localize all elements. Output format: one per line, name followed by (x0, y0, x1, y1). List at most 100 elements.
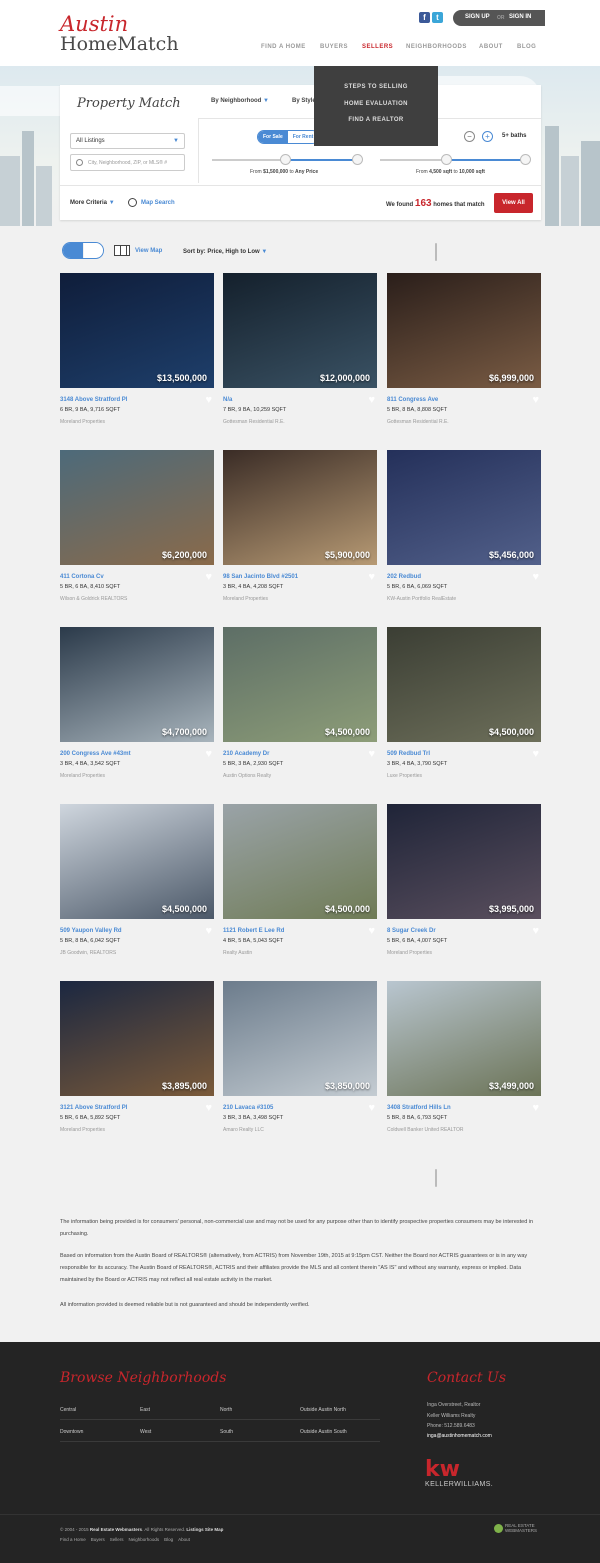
price-slider[interactable] (212, 154, 363, 165)
listing-card[interactable]: $4,500,000 210 Academy Dr ♥ 5 BR, 3 BA, 2,9… (223, 627, 377, 779)
heart-icon[interactable]: ♥ (532, 925, 539, 937)
listing-card[interactable]: $6,200,000 411 Cortona Cv ♥ 5 BR, 6 BA, 8,4… (60, 450, 214, 602)
heart-icon[interactable]: ♥ (205, 1102, 212, 1114)
heart-icon[interactable]: ♥ (532, 1102, 539, 1114)
heart-icon[interactable]: ♥ (368, 748, 375, 760)
neighborhood-link-downtown[interactable]: Downtown (60, 1429, 83, 1435)
facebook-icon[interactable]: f (419, 12, 430, 23)
nav-neighborhoods[interactable]: NEIGHBORHOODS (406, 44, 467, 50)
neighborhood-link-east[interactable]: East (140, 1407, 150, 1413)
twitter-icon[interactable]: t (432, 12, 443, 23)
listing-photo[interactable]: $5,456,000 (387, 450, 541, 565)
sort-dropdown[interactable]: Sort by: Price, High to Low ▼ (183, 249, 267, 255)
rew-logo[interactable]: REAL ESTATE WEBMASTERS (494, 1523, 537, 1533)
listing-card[interactable]: $3,995,000 8 Sugar Creek Dr ♥ 5 BR, 6 BA, 4… (387, 804, 541, 956)
neighborhood-link-south[interactable]: South (220, 1429, 233, 1435)
listing-address[interactable]: N/a (223, 397, 232, 403)
heart-icon[interactable]: ♥ (368, 394, 375, 406)
heart-icon[interactable]: ♥ (205, 748, 212, 760)
page-1-button[interactable]: 1 (436, 244, 437, 260)
heart-icon[interactable]: ♥ (368, 571, 375, 583)
listing-card[interactable]: $3,895,000 3121 Above Stratford Pl ♥ 5 BR, … (60, 981, 214, 1133)
heart-icon[interactable]: ♥ (205, 925, 212, 937)
listing-address[interactable]: 3121 Above Stratford Pl (60, 1105, 127, 1111)
sqft-slider[interactable] (380, 154, 531, 165)
listing-photo[interactable]: $13,500,000 (60, 273, 214, 388)
price-slider-min-handle[interactable] (280, 154, 291, 165)
listing-address[interactable]: 210 Academy Dr (223, 751, 269, 757)
neighborhood-link-central[interactable]: Central (60, 1407, 76, 1413)
footer-link-buyers[interactable]: Buyers (91, 1537, 105, 1542)
listing-address[interactable]: 411 Cortona Cv (60, 574, 104, 580)
heart-icon[interactable]: ♥ (205, 394, 212, 406)
footer-link-neighborhoods[interactable]: Neighborhoods (129, 1537, 160, 1542)
listing-card[interactable]: $3,499,000 3408 Stratford Hills Ln ♥ 5 BR, … (387, 981, 541, 1133)
listing-photo[interactable]: $6,999,000 (387, 273, 541, 388)
listing-address[interactable]: 202 Redbud (387, 574, 421, 580)
listing-photo[interactable]: $3,850,000 (223, 981, 377, 1096)
listing-card[interactable]: $5,456,000 202 Redbud ♥ 5 BR, 6 BA, 6,069 S… (387, 450, 541, 602)
nav-sellers[interactable]: SELLERS (362, 44, 393, 50)
baths-minus-button[interactable]: − (464, 131, 475, 142)
nav-find-a-home[interactable]: FIND A HOME (261, 44, 306, 50)
tab-by-neighborhood[interactable]: By Neighborhood ▼ (211, 98, 269, 104)
nav-about[interactable]: ABOUT (479, 44, 503, 50)
listings-select[interactable]: All Listings ▼ (70, 133, 185, 149)
listing-address[interactable]: 811 Congress Ave (387, 397, 438, 403)
neighborhood-link-west[interactable]: West (140, 1429, 151, 1435)
listing-address[interactable]: 1121 Robert E Lee Rd (223, 928, 284, 934)
listing-photo[interactable]: $4,700,000 (60, 627, 214, 742)
sign-up-link[interactable]: SIGN UP (465, 14, 490, 20)
list-view-icon[interactable] (84, 243, 103, 258)
nav-blog[interactable]: BLOG (517, 44, 536, 50)
menu-item-steps-to-selling[interactable]: STEPS TO SELLING (314, 84, 438, 90)
map-search-link[interactable]: Map Search (128, 198, 175, 207)
listing-address[interactable]: 509 Redbud Trl (387, 751, 430, 757)
listing-photo[interactable]: $3,995,000 (387, 804, 541, 919)
baths-plus-button[interactable]: + (482, 131, 493, 142)
listing-card[interactable]: $4,700,000 200 Congress Ave #43mt ♥ 3 BR, 4… (60, 627, 214, 779)
heart-icon[interactable]: ♥ (368, 925, 375, 937)
more-criteria-button[interactable]: More Criteria ▼ (70, 200, 115, 206)
footer-link-find-a-home[interactable]: Find a Home (60, 1537, 86, 1542)
menu-item-find-a-realtor[interactable]: FIND A REALTOR (314, 117, 438, 123)
listing-photo[interactable]: $12,000,000 (223, 273, 377, 388)
grid-view-icon[interactable] (63, 243, 83, 258)
listing-address[interactable]: 200 Congress Ave #43mt (60, 751, 131, 757)
heart-icon[interactable]: ♥ (532, 748, 539, 760)
listing-photo[interactable]: $4,500,000 (60, 804, 214, 919)
sign-in-link[interactable]: SIGN IN (509, 14, 531, 20)
listing-photo[interactable]: $5,900,000 (223, 450, 377, 565)
listing-address[interactable]: 3148 Above Stratford Pl (60, 397, 127, 403)
view-map-link[interactable]: View Map (114, 245, 162, 256)
footer-link-blog[interactable]: Blog (164, 1537, 173, 1542)
neighborhood-link-north[interactable]: North (220, 1407, 232, 1413)
heart-icon[interactable]: ♥ (532, 394, 539, 406)
menu-item-home-evaluation[interactable]: HOME EVALUATION (314, 101, 438, 107)
listing-photo[interactable]: $3,895,000 (60, 981, 214, 1096)
listing-card[interactable]: $6,999,000 811 Congress Ave ♥ 5 BR, 8 BA, 8… (387, 273, 541, 425)
site-logo[interactable]: Austin HomeMatch (60, 14, 179, 55)
footer-link-about[interactable]: About (178, 1537, 190, 1542)
listing-photo[interactable]: $4,500,000 (223, 627, 377, 742)
heart-icon[interactable]: ♥ (205, 571, 212, 583)
listing-card[interactable]: $3,850,000 210 Lavaca #3105 ♥ 3 BR, 3 BA, 3… (223, 981, 377, 1133)
listing-photo[interactable]: $4,500,000 (223, 804, 377, 919)
sqft-slider-max-handle[interactable] (520, 154, 531, 165)
page-1-button[interactable]: 1 (436, 1170, 437, 1186)
view-all-button[interactable]: View All (494, 193, 533, 213)
neighborhood-link-outside-north[interactable]: Outside Austin North (300, 1407, 346, 1413)
heart-icon[interactable]: ♥ (368, 1102, 375, 1114)
neighborhood-link-outside-south[interactable]: Outside Austin South (300, 1429, 347, 1435)
listing-photo[interactable]: $4,500,000 (387, 627, 541, 742)
tab-by-style[interactable]: By Style (292, 98, 316, 104)
listing-photo[interactable]: $6,200,000 (60, 450, 214, 565)
listings-sitemap-link[interactable]: Listings Site Map (186, 1527, 223, 1532)
contact-phone[interactable]: Phone: 512.589.6483 (427, 1423, 475, 1429)
listing-card[interactable]: $4,500,000 509 Redbud Trl ♥ 3 BR, 4 BA, 3,7… (387, 627, 541, 779)
listing-photo[interactable]: $3,499,000 (387, 981, 541, 1096)
price-slider-max-handle[interactable] (352, 154, 363, 165)
listing-address[interactable]: 210 Lavaca #3105 (223, 1105, 273, 1111)
sqft-slider-min-handle[interactable] (441, 154, 452, 165)
listing-card[interactable]: $13,500,000 3148 Above Stratford Pl ♥ 6 BR,… (60, 273, 214, 425)
